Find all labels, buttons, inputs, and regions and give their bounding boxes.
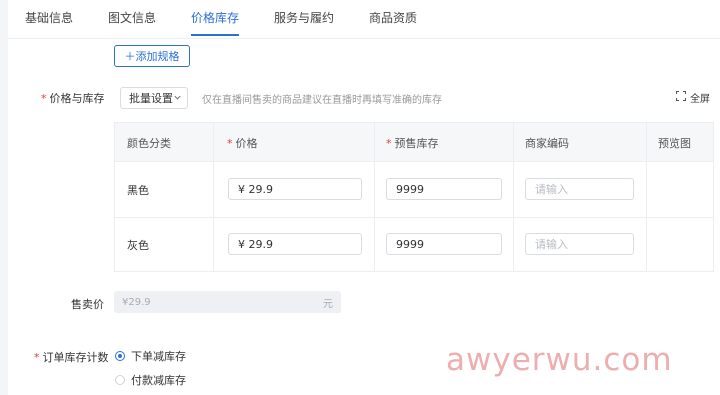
tab-bar: 基础信息 图文信息 价格库存 服务与履约 商品资质 [8, 0, 720, 39]
header-price: * 价格 [227, 135, 258, 151]
radio-selected-icon [115, 351, 125, 361]
header-price-text: 价格 [235, 137, 258, 150]
sku-table: 颜色分类 * 价格 * 预售库存 商家编码 预览图 黑色 ¥ 29.9 9999 请… [114, 122, 714, 272]
price-stock-label: * 价格与库存 [41, 90, 105, 106]
header-preview: 预览图 [658, 137, 691, 150]
merchant-code-input-black[interactable]: 请输入 [525, 178, 634, 200]
table-header: 颜色分类 * 价格 * 预售库存 商家编码 预览图 [115, 123, 713, 162]
tab-service-fulfillment[interactable]: 服务与履约 [274, 9, 334, 26]
required-mark: * [34, 351, 40, 364]
radio-deduct-on-order-label: 下单减库存 [131, 350, 186, 363]
column-divider [213, 123, 214, 271]
row-divider [115, 217, 713, 218]
column-divider [646, 123, 647, 271]
watermark-text: awyerwu.com [446, 342, 673, 378]
required-mark: * [386, 137, 392, 150]
header-color: 颜色分类 [127, 137, 171, 150]
radio-unselected-icon [115, 375, 125, 385]
batch-settings-dropdown[interactable]: 批量设置 [120, 87, 188, 109]
tab-basic-info[interactable]: 基础信息 [25, 9, 73, 26]
tab-price-stock[interactable]: 价格库存 [191, 9, 239, 26]
add-spec-label: ＋添加规格 [124, 50, 180, 63]
add-spec-button[interactable]: ＋添加规格 [114, 45, 190, 67]
radio-deduct-on-payment[interactable]: 付款减库存 [115, 372, 186, 388]
header-presale-stock: * 预售库存 [386, 135, 439, 151]
sale-price-unit: 元 [323, 298, 333, 310]
radio-deduct-on-order[interactable]: 下单减库存 [115, 348, 186, 364]
sale-price-label: 售卖价 [71, 298, 104, 311]
required-mark: * [227, 137, 233, 150]
stock-hint-text: 仅在直播间售卖的商品建议在直播时再填写准确的库存 [202, 95, 442, 106]
tab-qualification[interactable]: 商品资质 [369, 9, 417, 26]
row-color-gray: 灰色 [127, 239, 149, 252]
sale-price-field: ¥29.9 元 [114, 291, 341, 313]
radio-deduct-on-payment-label: 付款减库存 [131, 374, 186, 387]
column-divider [374, 123, 375, 271]
product-form-card: 基础信息 图文信息 价格库存 服务与履约 商品资质 ＋添加规格 * 价格与库存 批… [8, 0, 720, 395]
price-input-black[interactable]: ¥ 29.9 [228, 178, 362, 200]
chevron-down-icon [173, 92, 182, 105]
stock-input-black[interactable]: 9999 [386, 178, 502, 200]
column-divider [513, 123, 514, 271]
merchant-code-input-gray[interactable]: 请输入 [525, 233, 634, 255]
active-tab-indicator [191, 34, 239, 36]
order-stock-label: * 订单库存计数 [34, 349, 109, 365]
header-merchant-code: 商家编码 [525, 137, 569, 150]
batch-settings-label: 批量设置 [129, 92, 173, 105]
required-mark: * [41, 92, 47, 105]
row-color-black: 黑色 [127, 184, 149, 197]
stock-input-gray[interactable]: 9999 [386, 233, 502, 255]
fullscreen-icon [675, 90, 687, 104]
fullscreen-button[interactable]: 全屏 [675, 90, 710, 105]
order-stock-label-text: 订单库存计数 [42, 351, 109, 364]
price-input-gray[interactable]: ¥ 29.9 [228, 233, 362, 255]
price-stock-label-text: 价格与库存 [49, 92, 105, 105]
tab-rich-info[interactable]: 图文信息 [108, 9, 156, 26]
header-presale-stock-text: 预售库存 [394, 137, 439, 150]
sale-price-value: ¥29.9 [122, 296, 151, 308]
fullscreen-label: 全屏 [690, 94, 710, 105]
